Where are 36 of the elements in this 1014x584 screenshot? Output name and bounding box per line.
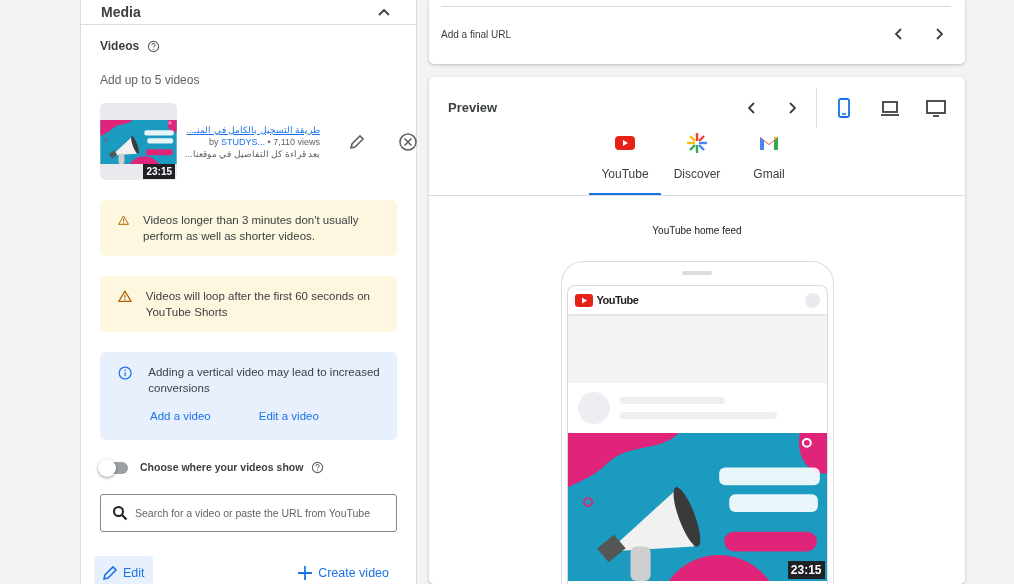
preview-title: Preview [448, 99, 499, 118]
preview-tab[interactable]: Discover [661, 127, 733, 195]
notice-text: Adding a vertical video may lead to increased conversions [148, 365, 381, 396]
help-icon [147, 39, 161, 53]
preview-tab[interactable]: Gmail [733, 127, 805, 195]
final-url-text: Add a final URL [441, 27, 512, 42]
toggle-label: Choose where your videos show [140, 460, 304, 475]
video-title[interactable]: طريقة التسجيل بالكامل في المنـ... [186, 123, 320, 136]
notice-text: Videos will loop after the first 60 seconds on YouTube Shorts [145, 289, 371, 320]
video-description: بعد قراءة كل التفاصيل في موقعنا... [185, 147, 320, 160]
notice-text: Videos longer than 3 minutes don't usually perform as well as shorter videos. [143, 213, 360, 244]
pencil-icon [348, 132, 366, 151]
edit-button[interactable]: Edit [94, 555, 153, 584]
asterisk-icon [685, 131, 709, 155]
info-icon [118, 364, 133, 382]
toggle-switch[interactable] [100, 461, 128, 474]
preview-tab[interactable]: YouTube [589, 127, 661, 195]
close-icon [398, 131, 418, 152]
section-title: Media [101, 2, 141, 22]
video-duration: 23:15 [143, 164, 175, 179]
create-video-button[interactable]: Create video [289, 555, 397, 584]
help-icon [311, 461, 325, 475]
video-meta: by STUDYS... • 7,110 views [208, 135, 320, 148]
plus-icon [297, 565, 314, 582]
notice-link[interactable]: Edit a video [258, 408, 319, 424]
warning-icon [118, 288, 132, 304]
notice-link[interactable]: Add a video [150, 408, 211, 424]
play-icon [574, 293, 593, 307]
app-name: YouTube [596, 292, 639, 308]
feed-label: YouTube home feed [651, 224, 743, 238]
video-duration: 23:15 [787, 561, 825, 579]
field-label: Videos [100, 38, 140, 55]
pencil-icon [102, 565, 118, 582]
search-field[interactable]: Search for a video or paste the URL from YouTube [100, 493, 397, 532]
monitor-icon [925, 97, 947, 119]
hint-text: Add up to 5 videos [100, 72, 201, 89]
